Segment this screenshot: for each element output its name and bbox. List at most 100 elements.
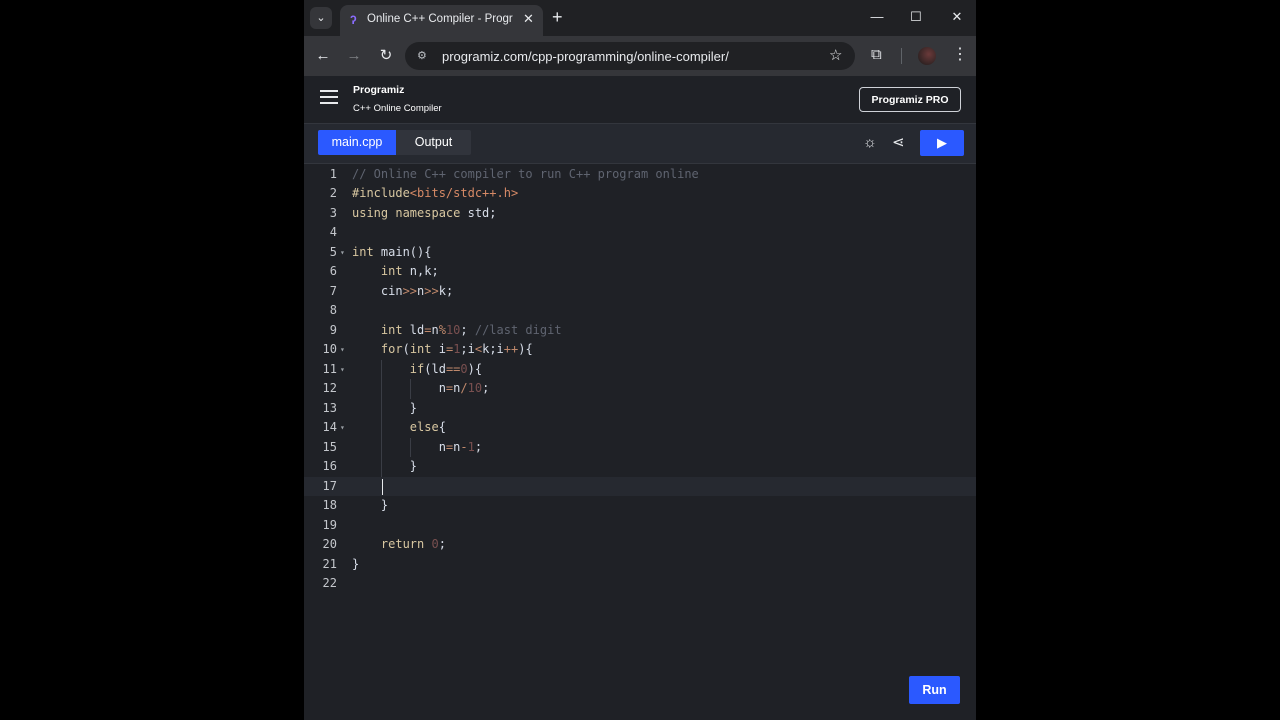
line-number: 5 xyxy=(329,244,337,259)
code-token: } xyxy=(352,400,418,415)
code-token: int xyxy=(352,322,410,337)
line-number: 4 xyxy=(329,225,337,239)
code-line[interactable]: 21} xyxy=(304,555,976,575)
code-token: i xyxy=(438,342,446,356)
code-line[interactable]: 14 ▾ else{ xyxy=(304,418,976,438)
code-token: (ld xyxy=(424,361,446,376)
code-line[interactable]: 2 #include<bits/stdc++.h> xyxy=(304,184,976,204)
code-line[interactable]: 15 n=n-1; xyxy=(304,437,976,458)
line-number: 22 xyxy=(322,576,337,590)
arrow-left-icon[interactable]: ← xyxy=(313,46,333,66)
tab-title: Online C++ Compiler - Program xyxy=(367,13,513,25)
code-token: n,k; xyxy=(409,264,439,278)
fold-toggle-icon[interactable]: ▾ xyxy=(340,340,348,360)
code-token: // Online C++ compiler to run C++ progra… xyxy=(352,166,699,181)
line-number: 7 xyxy=(329,283,337,298)
code-text: } xyxy=(352,399,417,419)
avatar[interactable] xyxy=(918,47,936,65)
star-icon[interactable]: ☆ xyxy=(829,46,842,64)
code-token: } xyxy=(352,459,418,473)
code-token: >> xyxy=(402,283,418,298)
code-line[interactable]: 1 // Online C++ compiler to run C++ progr… xyxy=(304,165,976,185)
close-icon[interactable]: ✕ xyxy=(523,11,534,27)
toolbar-divider xyxy=(901,48,902,64)
code-token: { xyxy=(438,420,446,434)
window-close-icon[interactable]: ✕ xyxy=(947,7,967,27)
line-number: 14 xyxy=(322,420,337,434)
code-token: ( xyxy=(402,342,410,356)
line-number: 15 xyxy=(322,439,337,454)
code-line[interactable]: 3 using namespace std; xyxy=(304,204,976,224)
code-line[interactable]: 5 ▾ int main(){ xyxy=(304,243,976,263)
code-line[interactable]: 13 } xyxy=(304,398,976,419)
line-number: 20 xyxy=(322,537,337,551)
code-line[interactable]: 11 ▾ if(ld==0){ xyxy=(304,359,976,380)
code-text: else{ xyxy=(352,418,446,438)
tune-icon[interactable]: ⚙ xyxy=(417,49,431,63)
kebab-icon[interactable]: ⋮ xyxy=(952,45,968,65)
code-line[interactable]: 17 xyxy=(304,476,976,496)
code-line[interactable]: 9 int ld=n%10; //last digit xyxy=(304,321,976,341)
code-line[interactable]: 20 return 0; xyxy=(304,535,976,555)
fold-toggle-icon[interactable]: ▾ xyxy=(340,243,348,263)
code-line[interactable]: 19 xyxy=(304,516,976,536)
line-number: 1 xyxy=(329,166,337,181)
code-token: % xyxy=(438,322,446,337)
line-number: 16 xyxy=(322,459,337,473)
code-line[interactable]: 6 int n,k; xyxy=(304,262,976,282)
sun-icon[interactable]: ☼ xyxy=(863,134,877,152)
code-text: cin>>n>>k; xyxy=(352,282,453,302)
code-line[interactable]: 18 } xyxy=(304,496,976,516)
code-token: 1 xyxy=(467,439,475,454)
arrow-right-icon[interactable]: → xyxy=(344,46,364,66)
code-line[interactable]: 4 xyxy=(304,223,976,243)
page-subtitle: C++ Online Compiler xyxy=(353,103,442,114)
code-token: cin xyxy=(352,283,403,298)
plus-icon[interactable]: + xyxy=(552,6,563,28)
code-line[interactable]: 10 ▾ for(int i=1;i<k;i++){ xyxy=(304,340,976,360)
programiz-pro-button[interactable]: Programiz PRO xyxy=(859,87,961,112)
code-token: } xyxy=(352,556,360,571)
code-line[interactable]: 7 cin>>n>>k; xyxy=(304,282,976,302)
tab-main-cpp[interactable]: main.cpp xyxy=(318,130,396,155)
code-line[interactable]: 12 n=n/10; xyxy=(304,379,976,399)
code-token: k;i xyxy=(482,342,504,356)
line-number: 18 xyxy=(322,498,337,512)
fold-toggle-icon[interactable]: ▾ xyxy=(340,360,348,380)
share-icon[interactable]: ⋖ xyxy=(892,134,905,152)
reload-icon[interactable]: ↻ xyxy=(376,46,396,66)
maximize-icon[interactable]: ☐ xyxy=(906,7,926,27)
code-token: k; xyxy=(438,283,454,298)
line-number: 10 xyxy=(322,342,337,356)
code-line[interactable]: 8 xyxy=(304,301,976,321)
url-text[interactable]: programiz.com/cpp-programming/online-com… xyxy=(442,49,729,64)
code-text: using namespace std; xyxy=(352,204,497,224)
code-token: int xyxy=(409,342,439,356)
code-line[interactable]: 22 xyxy=(304,574,976,594)
run-button[interactable]: Run xyxy=(909,676,960,704)
run-play-button[interactable]: ▶ xyxy=(920,130,964,156)
code-text: int n,k; xyxy=(352,262,439,282)
puzzle-icon[interactable]: ⧉ xyxy=(871,46,882,63)
minimize-icon[interactable]: — xyxy=(867,7,887,27)
fold-toggle-icon[interactable]: ▾ xyxy=(340,418,348,438)
code-token: 10 xyxy=(445,322,461,337)
code-token: if xyxy=(352,361,425,376)
code-token: ; xyxy=(474,439,483,454)
editor-tab-bar: main.cpp Output ☼ ⋖ ▶ xyxy=(304,124,976,164)
address-bar[interactable]: ⚙ programiz.com/cpp-programming/online-c… xyxy=(405,42,855,70)
browser-tab[interactable]: ʔ Online C++ Compiler - Program ✕ xyxy=(340,5,543,36)
code-token: == xyxy=(445,361,461,376)
code-token: ){ xyxy=(518,342,533,356)
code-token: ; xyxy=(460,322,475,337)
code-token: >> xyxy=(424,283,439,298)
site-header: Programiz C++ Online Compiler Programiz … xyxy=(304,76,976,124)
code-token: for xyxy=(352,342,403,356)
code-line[interactable]: 16 } xyxy=(304,457,976,477)
code-text: n=n-1; xyxy=(352,438,482,458)
chevron-down-icon[interactable]: ⌄ xyxy=(310,7,332,29)
code-editor[interactable]: 1 // Online C++ compiler to run C++ progr… xyxy=(304,164,976,644)
site-logo[interactable]: Programiz xyxy=(353,84,404,96)
hamburger-menu-icon[interactable] xyxy=(320,90,338,104)
tab-output[interactable]: Output xyxy=(396,130,471,155)
